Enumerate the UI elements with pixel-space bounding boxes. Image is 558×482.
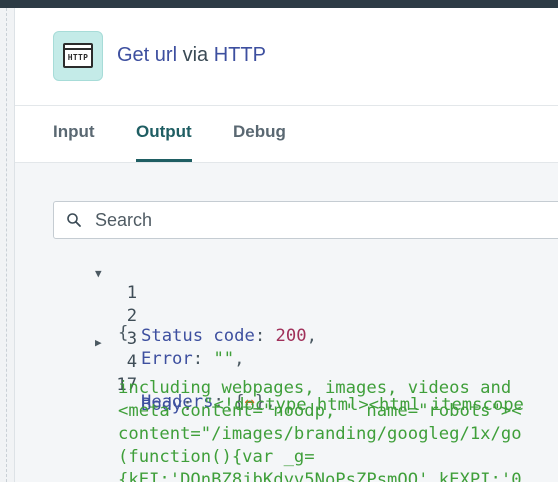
http-app-icon: HTTP: [53, 31, 103, 81]
tab-input[interactable]: Input: [53, 122, 95, 162]
search-icon: [67, 213, 81, 227]
tab-bar: Input Output Debug: [15, 106, 558, 163]
browser-window-icon: HTTP: [63, 43, 93, 68]
http-icon-label: HTTP: [67, 53, 89, 62]
json-key: Error: [141, 349, 193, 369]
code-line: 17 Body: "<!doctype html><html itemscope: [15, 355, 524, 415]
title-via: via: [182, 44, 209, 66]
search-box[interactable]: [53, 201, 558, 239]
output-panel: HTTP Get url via HTTP Input Output Debug…: [15, 8, 558, 482]
expand-toggle-icon[interactable]: ▶: [95, 336, 102, 349]
json-number-value: 200: [275, 326, 307, 346]
tab-debug[interactable]: Debug: [233, 122, 286, 162]
step-title: Get url via HTTP: [117, 44, 266, 67]
json-comma: ,: [306, 326, 317, 346]
step-header: HTTP Get url via HTTP: [15, 8, 558, 106]
json-colon: :: [192, 349, 214, 369]
json-colon: :: [254, 326, 276, 346]
body-continuation: content="/images/branding/googleg/1x/go: [118, 424, 522, 444]
body-continuation: (function(){var _g=: [118, 447, 315, 467]
top-bar: [0, 0, 558, 8]
left-gutter: [0, 8, 15, 482]
code-line: 4 ▶ Headers: {↔},: [15, 332, 276, 412]
body-continuation: <meta content="noodp, " name="robots"><: [118, 401, 522, 421]
collapse-toggle-icon[interactable]: ▼: [95, 267, 102, 280]
line-number: 1: [126, 283, 138, 303]
line-number: 2: [126, 306, 138, 326]
json-key: Status code: [141, 326, 255, 346]
search-input[interactable]: [95, 208, 555, 232]
tab-output[interactable]: Output: [136, 122, 192, 162]
line-number: 3: [126, 329, 138, 349]
line-number: 4: [126, 352, 138, 372]
title-action: Get url: [117, 44, 178, 66]
json-output-viewer: 1 ▼ { 2 Status code: 200, 3 Error: "", 4…: [15, 253, 558, 482]
code-line: 2 Status code: 200,: [15, 286, 317, 346]
title-app-link[interactable]: HTTP: [214, 44, 266, 66]
code-line: 1 ▼ {: [15, 263, 137, 343]
json-comma: ,: [234, 349, 245, 369]
body-continuation: {kEI:'DOnBZ8jbKdyv5NoPsZPsmQQ',kEXPI:'0: [118, 470, 522, 482]
body-continuation: including webpages, images, videos and: [118, 378, 512, 398]
code-line: 3 Error: "",: [15, 309, 245, 369]
json-string-value: "": [213, 349, 235, 369]
